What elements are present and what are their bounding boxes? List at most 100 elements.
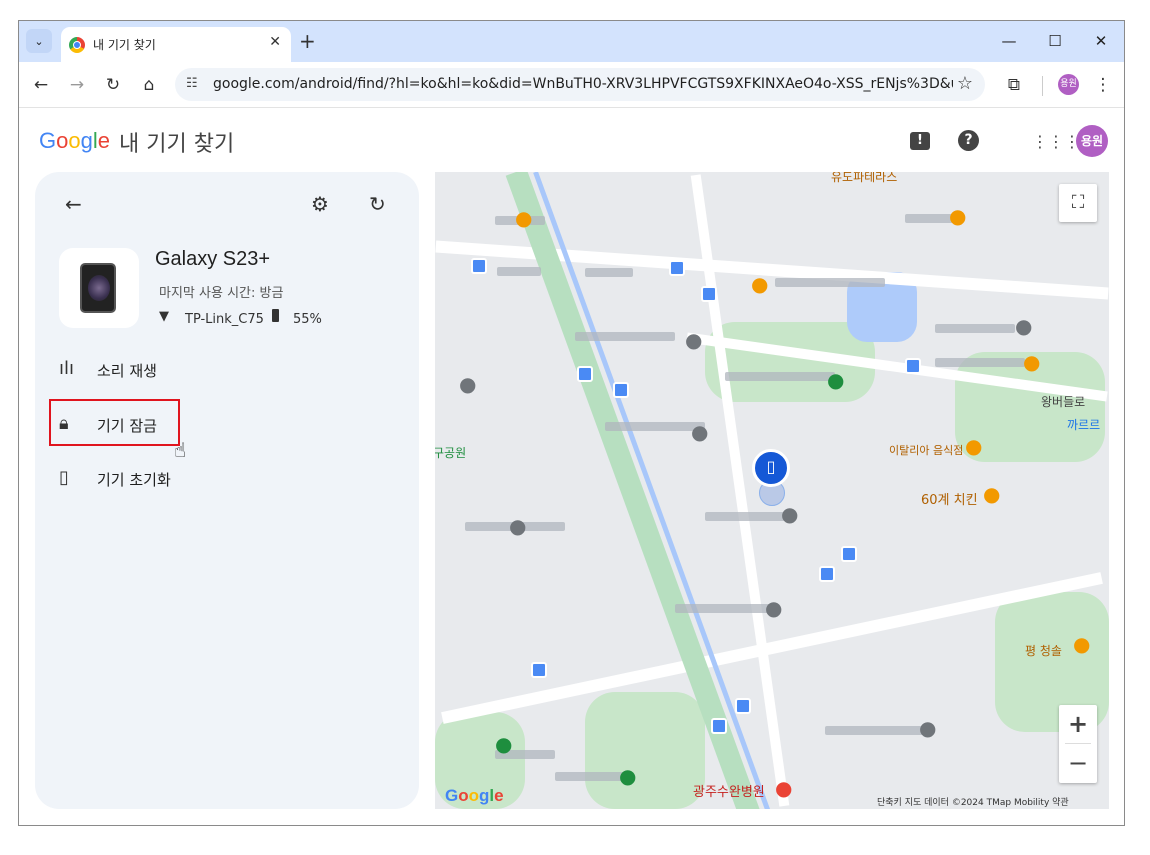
place-pin-icon[interactable]: ● <box>685 328 702 352</box>
play-sound-label: 소리 재생 <box>97 362 157 380</box>
new-tab-button[interactable]: + <box>299 29 316 53</box>
map-poi-icon[interactable] <box>669 260 685 276</box>
help-icon[interactable]: ? <box>958 130 979 151</box>
zoom-out-button[interactable]: − <box>1059 744 1097 782</box>
url-text: google.com/android/find/?hl=ko&hl=ko&did… <box>213 76 953 92</box>
reload-icon[interactable]: ↻ <box>100 72 126 98</box>
refresh-icon[interactable]: ↻ <box>369 192 386 216</box>
map-label-hospital: 광주수완병원 <box>693 785 765 800</box>
battery-level: 55% <box>293 312 322 327</box>
map-poi-icon[interactable] <box>613 382 629 398</box>
erase-device-button[interactable]: ▯ 기기 초기화 <box>49 455 183 501</box>
restaurant-pin-icon[interactable]: ● <box>751 272 768 296</box>
map-poi-icon[interactable] <box>735 698 751 714</box>
sound-wave-icon: ılı <box>59 358 75 379</box>
minimize-icon[interactable]: — <box>986 27 1032 55</box>
more-menu-icon[interactable]: ⋮ <box>1090 72 1116 98</box>
close-tab-icon[interactable]: ✕ <box>269 34 281 50</box>
phone-image <box>80 263 116 313</box>
last-used-text: 마지막 사용 시간: 방금 <box>159 286 284 301</box>
map-label-park: 구공원 <box>435 446 467 460</box>
tab-title: 내 기기 찾기 <box>93 38 156 52</box>
zoom-controls: + − <box>1059 705 1097 783</box>
forward-icon[interactable]: → <box>64 72 90 98</box>
place-pin-icon[interactable]: ● <box>691 420 708 444</box>
browser-window: ⌄ 내 기기 찾기 ✕ + — ☐ ✕ ← → ↻ ⌂ ☷ google.com… <box>18 20 1125 826</box>
fullscreen-icon[interactable]: ⛶ <box>1059 184 1097 222</box>
erase-phone-icon: ▯ <box>59 467 69 488</box>
play-sound-button[interactable]: ılı 소리 재생 <box>49 346 183 392</box>
restaurant-pin-icon[interactable]: ● <box>1023 350 1040 374</box>
map-label-chicken: 60계 치킨 <box>921 493 978 508</box>
park-pin-icon[interactable]: ● <box>495 732 512 756</box>
wifi-network-name: TP-Link_C75 <box>185 312 264 327</box>
map-blurred-label <box>825 726 925 735</box>
back-icon[interactable]: ← <box>28 72 54 98</box>
home-icon[interactable]: ⌂ <box>136 72 162 98</box>
place-pin-icon[interactable]: ● <box>781 502 798 526</box>
google-logo: Google <box>39 128 111 153</box>
google-map-watermark: Google <box>445 786 504 805</box>
apps-grid-icon[interactable]: ⋮⋮⋮ <box>1032 130 1080 154</box>
extensions-icon[interactable]: ⧉ <box>1001 72 1027 98</box>
back-arrow-icon[interactable]: ← <box>65 192 82 216</box>
toolbar-divider <box>1042 76 1043 96</box>
place-pin-icon[interactable]: ● <box>919 716 936 740</box>
feedback-icon[interactable]: ! <box>910 132 930 150</box>
map-poi-icon[interactable] <box>711 718 727 734</box>
map-blurred-label <box>675 604 775 613</box>
map-attribution[interactable]: 단축키 지도 데이터 ©2024 TMap Mobility 약관 <box>877 795 1069 808</box>
park-pin-icon[interactable]: ● <box>827 368 844 392</box>
map-blurred-label <box>605 422 705 431</box>
restaurant-pin-icon[interactable]: ● <box>1073 632 1090 656</box>
church-pin-icon[interactable]: ● <box>1015 314 1032 338</box>
browser-toolbar: ← → ↻ ⌂ ☷ google.com/android/find/?hl=ko… <box>19 62 1124 108</box>
maximize-icon[interactable]: ☐ <box>1032 27 1078 55</box>
map-label-kkareu: 까르르 <box>1067 418 1101 432</box>
place-pin-icon[interactable]: ● <box>509 514 526 538</box>
restaurant-pin-icon[interactable]: ● <box>515 206 532 230</box>
map-blurred-label <box>705 512 785 521</box>
map-poi-icon[interactable] <box>471 258 487 274</box>
map-blurred-label <box>935 324 1015 333</box>
battery-icon <box>272 309 279 322</box>
restaurant-pin-icon[interactable]: ● <box>983 482 1000 506</box>
close-window-icon[interactable]: ✕ <box>1078 27 1124 55</box>
active-tab[interactable]: 내 기기 찾기 ✕ <box>61 27 291 62</box>
map-blurred-label <box>585 268 633 277</box>
wifi-icon: ▼ <box>159 309 169 324</box>
map-poi-icon[interactable] <box>701 286 717 302</box>
page-title: 내 기기 찾기 <box>119 132 235 157</box>
map-label-meal: 평 청솔 <box>1025 644 1062 658</box>
tab-strip: ⌄ 내 기기 찾기 ✕ + — ☐ ✕ <box>19 21 1124 62</box>
map-poi-icon[interactable] <box>577 366 593 382</box>
hospital-pin-icon[interactable]: ● <box>775 776 792 800</box>
restaurant-pin-icon[interactable]: ● <box>965 434 982 458</box>
map-poi-icon[interactable] <box>531 662 547 678</box>
profile-avatar-small[interactable]: 용원 <box>1058 74 1079 95</box>
park-pin-icon[interactable]: ● <box>619 764 636 788</box>
map-poi-icon[interactable] <box>905 358 921 374</box>
place-pin-icon[interactable]: ● <box>765 596 782 620</box>
site-info-icon[interactable]: ☷ <box>186 76 198 91</box>
map-blurred-label <box>725 372 835 381</box>
device-thumbnail <box>59 248 139 328</box>
map-blurred-label <box>497 267 541 276</box>
map-poi-icon[interactable] <box>841 546 857 562</box>
map-poi-icon[interactable] <box>819 566 835 582</box>
map-blurred-label <box>555 772 625 781</box>
device-name: Galaxy S23+ <box>155 248 271 270</box>
zoom-in-button[interactable]: + <box>1059 705 1097 743</box>
settings-gear-icon[interactable]: ⚙ <box>311 192 329 216</box>
restaurant-pin-icon[interactable]: ● <box>949 204 966 228</box>
map[interactable]: ● ● ● ● ● ● ● ● ● ● ● ● ● ● ● ● ● ● ● 유도… <box>435 172 1109 809</box>
place-pin-icon[interactable]: ● <box>459 372 476 396</box>
address-bar[interactable]: ☷ google.com/android/find/?hl=ko&hl=ko&d… <box>175 68 985 101</box>
erase-device-label: 기기 초기화 <box>97 471 171 489</box>
device-panel: ← ⚙ ↻ Galaxy S23+ 마지막 사용 시간: 방금 ▼ TP-Lin… <box>35 172 419 809</box>
bookmark-star-icon[interactable]: ☆ <box>957 73 973 94</box>
account-avatar[interactable]: 용원 <box>1076 125 1108 157</box>
tab-search-button[interactable]: ⌄ <box>26 29 52 53</box>
device-location-marker[interactable]: ▯ <box>752 449 790 487</box>
map-label-yudo: 유도파테라스 <box>831 172 898 184</box>
